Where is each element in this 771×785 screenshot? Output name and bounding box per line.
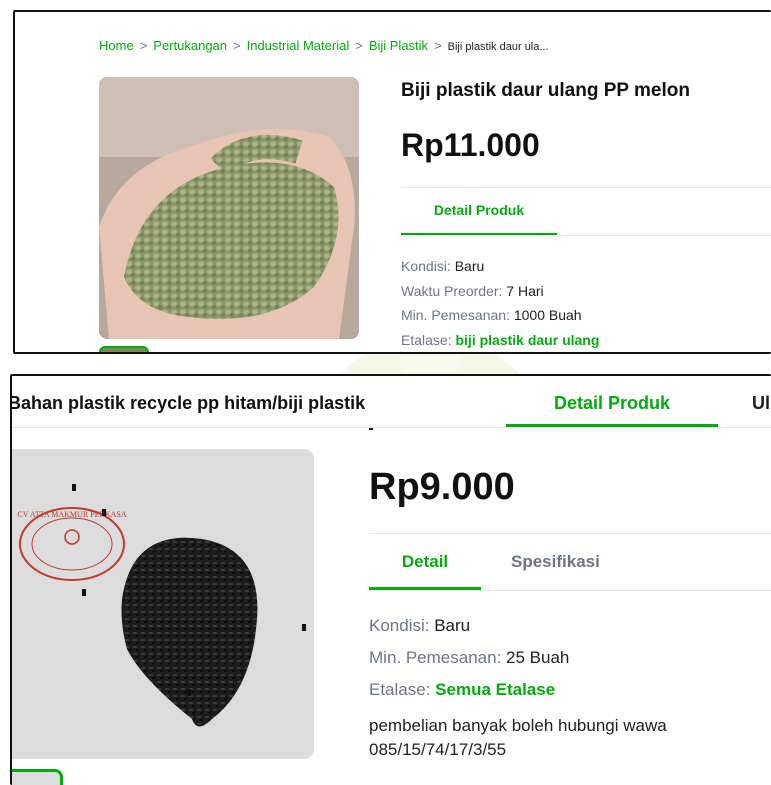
spec-value: Baru [454,258,485,274]
spec-etalase: Etalase: Semua Etalase [369,674,569,706]
tab-detail-produk[interactable]: Detail Produk [401,202,557,218]
etalase-link[interactable]: Semua Etalase [435,680,555,699]
spec-label: Waktu Preorder: [401,282,507,299]
breadcrumb-industrial-material[interactable]: Industrial Material [247,38,350,53]
divider [12,427,771,428]
divider [369,428,373,430]
divider [401,187,771,188]
product-price: Rp11.000 [401,127,540,163]
svg-text:CV ATTA MAKMUR PERKASA: CV ATTA MAKMUR PERKASA [17,510,126,519]
divider [369,590,771,591]
spec-label: Etalase: [369,680,436,699]
breadcrumb-biji-plastik[interactable]: Biji Plastik [369,38,428,53]
tab-ulasan[interactable]: Ul [752,393,770,414]
breadcrumb-separator: > [233,38,241,53]
product-price: Rp9.000 [369,466,515,508]
breadcrumb-separator: > [434,38,442,53]
product-specs: Kondisi: Baru Min. Pemesanan: 25 Buah Et… [369,610,569,706]
spec-value: 7 Hari [506,282,544,299]
product-panel-1: Home > Pertukangan > Industrial Material > Bij… [13,10,771,354]
product-specs: Kondisi: Baru Waktu Preorder: 7 Hari Min… [401,254,599,352]
breadcrumb-separator: > [355,38,363,53]
spec-kondisi: Kondisi: Baru [401,254,599,279]
spec-label: Min. Pemesanan: [401,307,514,323]
tab-detail[interactable]: Detail [369,552,481,572]
product-description: pembelian banyak boleh hubungi wawa 085/… [369,716,667,759]
spec-min-order: Min. Pemesanan: 1000 Buah [401,303,599,328]
header-product-title: Bahan plastik recycle pp hitam/biji plas… [10,393,366,413]
divider [369,533,771,534]
product-thumbnail[interactable] [12,769,63,785]
spec-value: 1000 Buah [513,307,582,323]
tab-detail-produk[interactable]: Detail Produk [506,393,718,414]
divider [401,235,771,236]
spec-preorder: Waktu Preorder: 7 Hari [401,279,599,304]
breadcrumb: Home > Pertukangan > Industrial Material > Bij… [99,38,549,53]
breadcrumb-pertukangan[interactable]: Pertukangan [153,38,227,53]
spec-label: Kondisi: [369,616,435,635]
breadcrumb-current: Biji plastik daur ula... [447,41,549,53]
spec-label: Etalase: [401,331,456,348]
spec-etalase: Etalase: biji plastik daur ulang [401,328,599,353]
spec-label: Kondisi: [401,258,455,274]
etalase-link[interactable]: biji plastik daur ulang [455,332,599,348]
product-title: Biji plastik daur ulang PP melon [401,80,690,101]
sticky-header: Bahan plastik recycle pp hitam/biji plas… [10,376,771,427]
spec-min-order: Min. Pemesanan: 25 Buah [369,642,569,674]
spec-value: 25 Buah [506,648,570,667]
product-image[interactable] [99,77,359,339]
spec-label: Min. Pemesanan: [369,648,507,667]
breadcrumb-separator: > [139,38,148,53]
spec-value: Baru [434,616,471,635]
product-image[interactable]: CV ATTA MAKMUR PERKASA [12,449,314,759]
breadcrumb-home[interactable]: Home [99,38,134,53]
product-thumbnail[interactable] [99,346,149,352]
product-panel-2: Bahan plastik recycle pp hitam/biji plas… [10,374,771,785]
spec-kondisi: Kondisi: Baru [369,610,569,642]
tab-spesifikasi[interactable]: Spesifikasi [511,552,600,572]
